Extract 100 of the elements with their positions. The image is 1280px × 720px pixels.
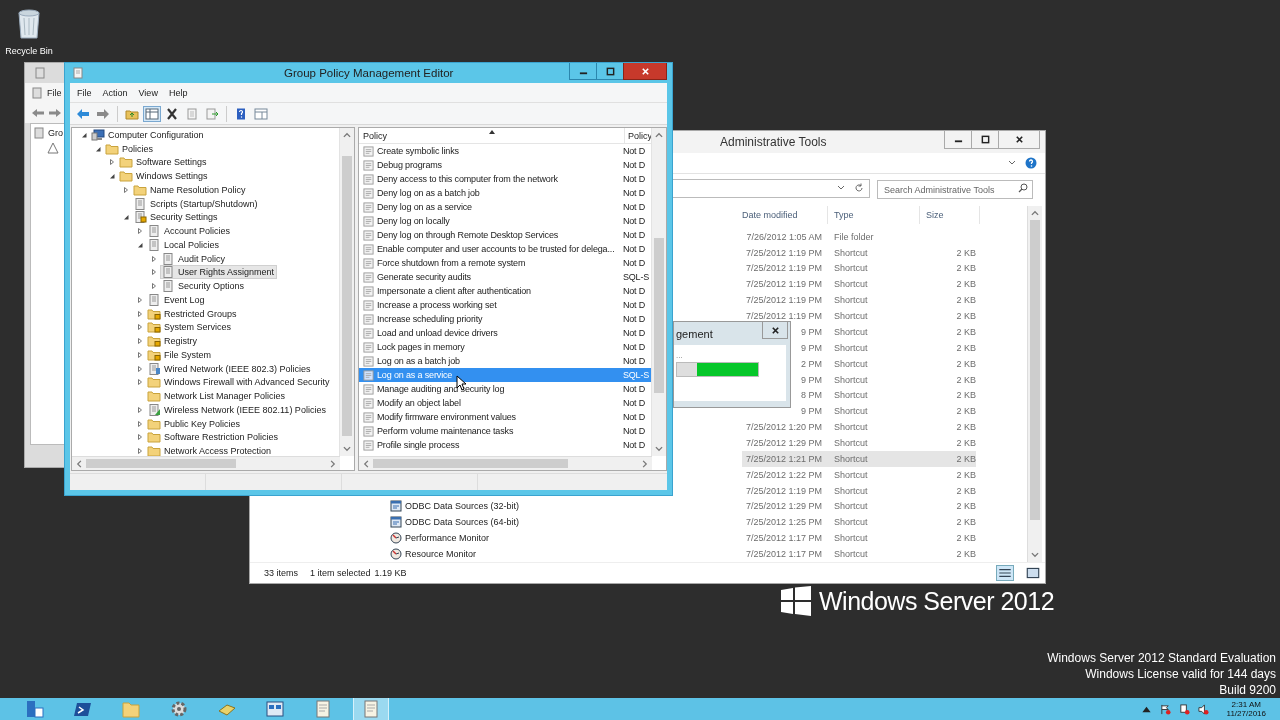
horizontal-scrollbar[interactable] bbox=[359, 456, 652, 470]
policy-row[interactable]: Lock pages in memory Not D bbox=[359, 340, 651, 354]
menu-item[interactable]: Help bbox=[168, 87, 188, 98]
clock[interactable]: 2:31 AM 11/27/2016 bbox=[1222, 700, 1280, 718]
policy-row[interactable]: Deny log on locally Not D bbox=[359, 214, 651, 228]
policy-row[interactable]: Perform volume maintenance tasks Not D bbox=[359, 424, 651, 438]
file-row[interactable]: Shortcut 2 KB bbox=[834, 498, 976, 515]
tree-toggle-icon[interactable] bbox=[144, 106, 160, 121]
tree-item[interactable]: Computer Configuration bbox=[90, 128, 207, 142]
refresh-icon[interactable] bbox=[854, 183, 864, 193]
tree-item[interactable]: Restricted Groups bbox=[146, 306, 240, 321]
triangle-right-icon[interactable] bbox=[150, 282, 158, 291]
address-field[interactable] bbox=[670, 178, 870, 198]
triangle-down-icon[interactable] bbox=[136, 240, 144, 249]
file-row[interactable]: Shortcut 2 KB bbox=[834, 292, 976, 309]
file-row[interactable]: File folder bbox=[834, 228, 976, 245]
triangle-down-icon[interactable] bbox=[80, 130, 88, 139]
tree-item[interactable]: Security Options bbox=[160, 279, 248, 294]
file-row[interactable]: Shortcut 2 KB bbox=[834, 530, 976, 547]
back-arrow-icon[interactable] bbox=[31, 108, 45, 118]
triangle-right-icon[interactable] bbox=[136, 309, 144, 318]
file-row[interactable]: Shortcut 2 KB bbox=[834, 450, 976, 467]
file-row[interactable]: Shortcut 2 KB bbox=[834, 276, 976, 293]
triangle-right-icon[interactable] bbox=[136, 447, 144, 456]
menu-item[interactable]: Action bbox=[102, 87, 128, 98]
tree-item[interactable]: Event Log bbox=[146, 292, 208, 307]
policy-row[interactable]: Increase scheduling priority Not D bbox=[359, 312, 651, 326]
tree-item[interactable]: System Services bbox=[146, 320, 235, 335]
search-icon[interactable] bbox=[1018, 182, 1028, 193]
policy-row[interactable]: Deny log on through Remote Desktop Services Not D bbox=[359, 228, 651, 242]
tree-item[interactable]: Scripts (Startup/Shutdown) bbox=[132, 196, 261, 211]
tree-item[interactable]: Wireless Network (IEEE 802.11) Policies bbox=[146, 402, 329, 417]
policy-row[interactable]: Profile single process Not D bbox=[359, 438, 651, 452]
tree-item[interactable]: Gro bbox=[48, 128, 63, 138]
export-icon[interactable] bbox=[204, 106, 220, 121]
search-field[interactable]: Search Administrative Tools bbox=[877, 180, 1033, 199]
triangle-right-icon[interactable] bbox=[136, 227, 144, 236]
tree-item[interactable]: Windows Settings bbox=[118, 169, 211, 184]
horizontal-scrollbar[interactable] bbox=[72, 456, 340, 470]
tree-item[interactable]: Network List Manager Policies bbox=[146, 389, 289, 404]
tiles-view-icon[interactable] bbox=[1025, 566, 1041, 580]
file-row[interactable]: Shortcut 2 KB bbox=[834, 244, 976, 261]
details-view-icon[interactable] bbox=[997, 566, 1013, 580]
triangle-down-icon[interactable] bbox=[108, 172, 116, 181]
policy-row[interactable]: Force shutdown from a remote system Not D bbox=[359, 256, 651, 270]
help-icon[interactable] bbox=[1025, 157, 1037, 169]
recycle-bin-icon[interactable] bbox=[16, 6, 42, 40]
tree-item[interactable]: Public Key Policies bbox=[146, 416, 244, 431]
tree-item[interactable]: User Rights Assignment bbox=[160, 265, 278, 280]
tree-item[interactable]: Registry bbox=[146, 334, 200, 349]
file-row[interactable]: Shortcut 2 KB bbox=[834, 339, 976, 356]
flag-icon[interactable] bbox=[1159, 703, 1171, 715]
tree-item[interactable]: Audit Policy bbox=[160, 251, 229, 266]
triangle-right-icon[interactable] bbox=[136, 295, 144, 304]
minimize-button[interactable] bbox=[944, 131, 972, 149]
close-button[interactable] bbox=[762, 322, 788, 339]
policy-row[interactable]: Modify firmware environment values Not D bbox=[359, 410, 651, 424]
menu-item[interactable]: File bbox=[47, 88, 62, 98]
triangle-right-icon[interactable] bbox=[136, 378, 144, 387]
file-row[interactable]: Shortcut 2 KB bbox=[834, 546, 976, 562]
policy-row[interactable]: Generate security audits SQL-S bbox=[359, 270, 651, 284]
triangle-right-icon[interactable] bbox=[136, 433, 144, 442]
policy-row[interactable]: Create symbolic links Not D bbox=[359, 144, 651, 158]
triangle-right-icon[interactable] bbox=[136, 350, 144, 359]
policy-row[interactable]: Modify an object label Not D bbox=[359, 396, 651, 410]
policy-row[interactable]: Increase a process working set Not D bbox=[359, 298, 651, 312]
taskbar-button[interactable] bbox=[354, 698, 388, 720]
policy-row[interactable]: Load and unload device drivers Not D bbox=[359, 326, 651, 340]
policy-row[interactable]: Deny log on as a batch job Not D bbox=[359, 186, 651, 200]
triangle-right-icon[interactable] bbox=[122, 185, 130, 194]
triangle-right-icon[interactable] bbox=[108, 158, 116, 167]
policy-row[interactable]: Deny log on as a service Not D bbox=[359, 200, 651, 214]
tree-item[interactable]: Network Access Protection bbox=[146, 444, 275, 456]
file-row[interactable]: Shortcut 2 KB bbox=[834, 387, 976, 404]
triangle-right-icon[interactable] bbox=[136, 405, 144, 414]
vertical-scrollbar[interactable] bbox=[339, 128, 354, 456]
tree-item[interactable]: Policies bbox=[104, 141, 156, 156]
forward-arrow-icon[interactable] bbox=[48, 108, 62, 118]
triangle-right-icon[interactable] bbox=[150, 254, 158, 263]
file-row[interactable]: Shortcut 2 KB bbox=[834, 419, 976, 435]
vertical-scrollbar[interactable] bbox=[651, 128, 666, 456]
tree-item[interactable]: Software Restriction Policies bbox=[146, 430, 282, 445]
close-button[interactable] bbox=[623, 63, 667, 80]
network-icon[interactable] bbox=[1178, 703, 1190, 715]
vertical-scrollbar[interactable] bbox=[1027, 206, 1042, 562]
triangle-right-icon[interactable] bbox=[136, 337, 144, 346]
triangle-down-icon[interactable] bbox=[122, 213, 130, 222]
menu-item[interactable]: View bbox=[138, 87, 158, 98]
policy-row[interactable]: Log on as a batch job Not D bbox=[359, 354, 651, 368]
policy-row[interactable]: Enable computer and user accounts to be trusted for delega... Not D bbox=[359, 242, 651, 256]
file-row[interactable]: Shortcut 2 KB bbox=[834, 435, 976, 451]
file-row[interactable]: Shortcut 2 KB bbox=[834, 482, 976, 499]
pane-icon[interactable] bbox=[253, 106, 269, 121]
file-row[interactable]: Shortcut 2 KB bbox=[834, 403, 976, 420]
triangle-right-icon[interactable] bbox=[136, 419, 144, 428]
menu-item[interactable]: File bbox=[77, 87, 92, 98]
tree-item[interactable]: Security Settings bbox=[132, 210, 221, 225]
file-row[interactable]: Shortcut 2 KB bbox=[834, 308, 976, 324]
tree-item[interactable]: Name Resolution Policy bbox=[132, 182, 249, 197]
file-row[interactable]: Shortcut 2 KB bbox=[834, 371, 976, 388]
